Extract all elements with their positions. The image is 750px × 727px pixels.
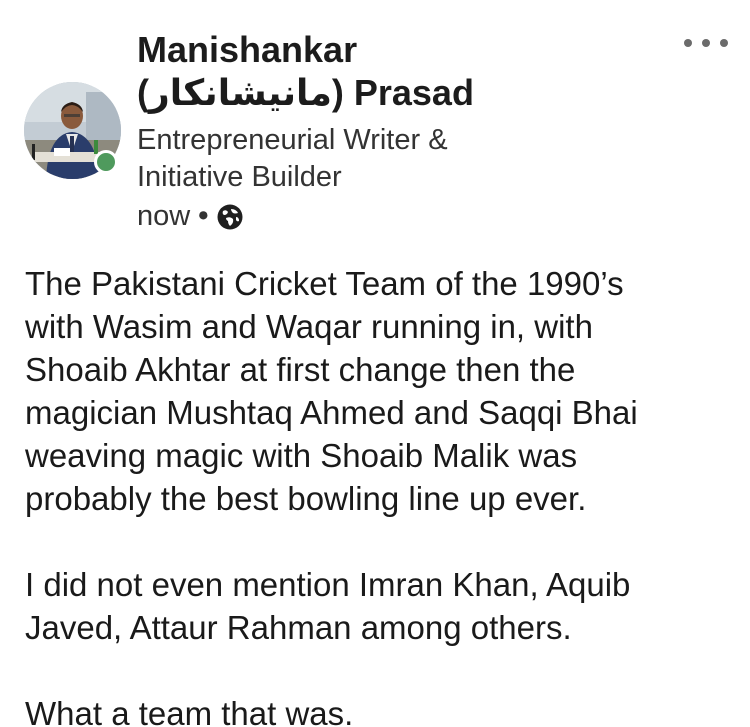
post-line: probably the best bowling line up ever. [25,480,587,517]
author-name[interactable]: Manishankar (مانیشانکار) Prasad [137,28,657,114]
more-options-button[interactable] [684,34,728,52]
post-line: Javed, Attaur Rahman among others. [25,609,572,646]
author-name-line1: Manishankar [137,29,358,70]
post-line: Shoaib Akhtar at first change then the [25,351,576,388]
post-line: The Pakistani Cricket Team of the 1990’s [25,265,624,302]
more-horizontal-icon-dot [702,39,710,47]
more-horizontal-icon-dot [720,39,728,47]
author-name-line2: (مانیشانکار) Prasad [137,72,474,113]
globe-icon [216,203,244,231]
post-line: weaving magic with Shoaib Malik was [25,437,578,474]
author-headline-line2: Initiative Builder [137,161,342,193]
feed-post: Manishankar (مانیشانکار) Prasad Entrepre… [0,0,750,727]
online-status-indicator [94,150,118,174]
post-meta: now • [137,198,244,235]
post-line: I did not even mention Imran Khan, Aquib [25,566,631,603]
post-timestamp: now [137,200,191,232]
post-body: The Pakistani Cricket Team of the 1990’s… [25,262,737,727]
more-horizontal-icon-dot [684,39,692,47]
meta-separator: • [198,200,209,232]
post-line: with Wasim and Waqar running in, with [25,308,593,345]
post-line: What a team that was. [25,695,354,727]
author-headline: Entrepreneurial Writer & Initiative Buil… [137,122,617,196]
author-headline-line1: Entrepreneurial Writer & [137,124,448,156]
post-line: magician Mushtaq Ahmed and Saqqi Bhai [25,394,638,431]
